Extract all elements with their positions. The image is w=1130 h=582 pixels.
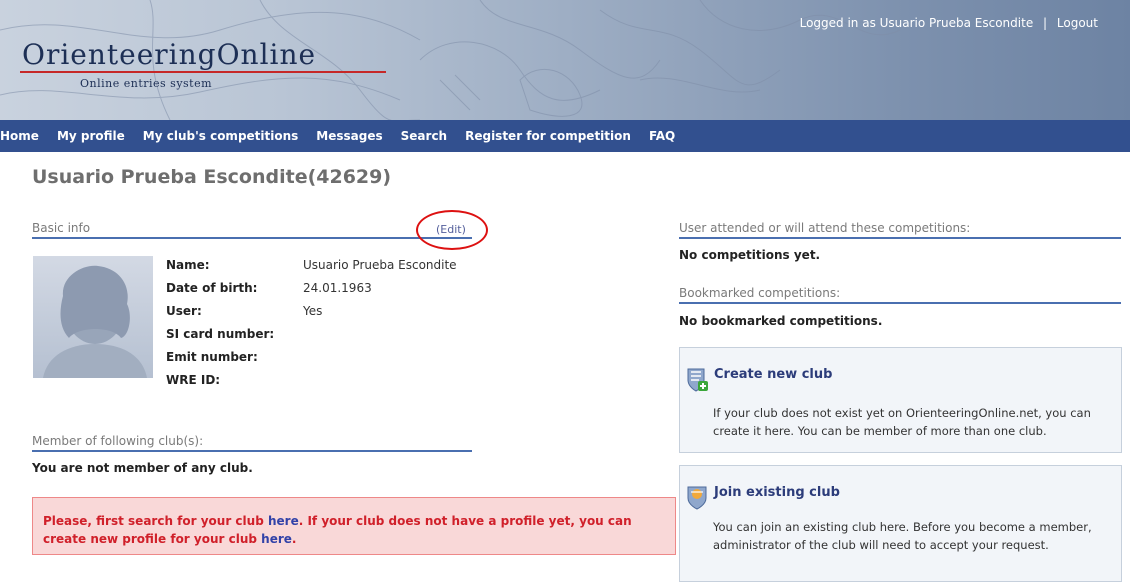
- name-label: Name:: [166, 258, 210, 272]
- name-value: Usuario Prueba Escondite: [303, 258, 457, 272]
- user-value: Yes: [303, 304, 323, 318]
- no-club-text: You are not member of any club.: [32, 461, 253, 475]
- join-club-card: Join existing club You can join an exist…: [679, 465, 1122, 582]
- join-club-description: You can join an existing club here. Befo…: [713, 520, 1092, 552]
- no-competitions-text: No competitions yet.: [679, 248, 821, 262]
- basic-info-header: Basic info: [32, 221, 472, 239]
- nav-register-competition[interactable]: Register for competition: [465, 129, 631, 143]
- competitions-heading: User attended or will attend these compe…: [679, 221, 971, 235]
- login-status: Logged in as Usuario Prueba Escondite | …: [800, 16, 1098, 30]
- club-warning-box: Please, first search for your club here.…: [32, 497, 676, 555]
- nav-messages[interactable]: Messages: [316, 129, 382, 143]
- logged-in-text: Logged in as Usuario Prueba Escondite: [799, 16, 1034, 30]
- nav-search[interactable]: Search: [401, 129, 447, 143]
- join-club-button[interactable]: Join existing club: [714, 485, 840, 500]
- dob-label: Date of birth:: [166, 281, 258, 295]
- clubs-header: Member of following club(s):: [32, 434, 472, 452]
- create-club-card: Create new club If your club does not ex…: [679, 347, 1122, 453]
- avatar: [33, 256, 153, 378]
- bookmarks-heading: Bookmarked competitions:: [679, 286, 841, 300]
- nav-home[interactable]: Home: [0, 129, 39, 143]
- create-club-profile-link[interactable]: here: [261, 532, 292, 546]
- clubs-heading: Member of following club(s):: [32, 434, 204, 448]
- user-label: User:: [166, 304, 202, 318]
- shield-join-icon: [687, 486, 707, 510]
- site-logo[interactable]: OrienteeringOnline: [22, 38, 316, 71]
- nav-my-profile[interactable]: My profile: [57, 129, 125, 143]
- wre-id-label: WRE ID:: [166, 373, 221, 387]
- edit-highlight-circle: [416, 210, 488, 250]
- logout-link[interactable]: Logout: [1057, 16, 1098, 30]
- site-logo-subtitle: Online entries system: [80, 77, 213, 90]
- warning-text-1: Please, first search for your club: [43, 514, 268, 528]
- competitions-header: User attended or will attend these compe…: [679, 221, 1121, 239]
- nav-faq[interactable]: FAQ: [649, 129, 675, 143]
- no-bookmarks-text: No bookmarked competitions.: [679, 314, 883, 328]
- shield-add-icon: [687, 368, 708, 392]
- create-club-description: If your club does not exist yet on Orien…: [713, 406, 1091, 438]
- warning-text-3: .: [291, 532, 297, 546]
- dob-value: 24.01.1963: [303, 281, 372, 295]
- login-separator: |: [1043, 16, 1048, 30]
- bookmarks-header: Bookmarked competitions:: [679, 286, 1121, 304]
- search-club-link[interactable]: here: [268, 514, 299, 528]
- avatar-silhouette-icon: [43, 265, 147, 378]
- emit-number-label: Emit number:: [166, 350, 258, 364]
- logo-underline: [20, 71, 386, 73]
- si-card-label: SI card number:: [166, 327, 275, 341]
- page-title: Usuario Prueba Escondite(42629): [32, 166, 392, 188]
- create-club-button[interactable]: Create new club: [714, 367, 832, 382]
- header-banner: OrienteeringOnline Online entries system…: [0, 0, 1130, 120]
- nav-club-competitions[interactable]: My club's competitions: [143, 129, 299, 143]
- basic-info-heading: Basic info: [32, 221, 91, 235]
- main-nav: Home My profile My club's competitions M…: [0, 120, 1130, 152]
